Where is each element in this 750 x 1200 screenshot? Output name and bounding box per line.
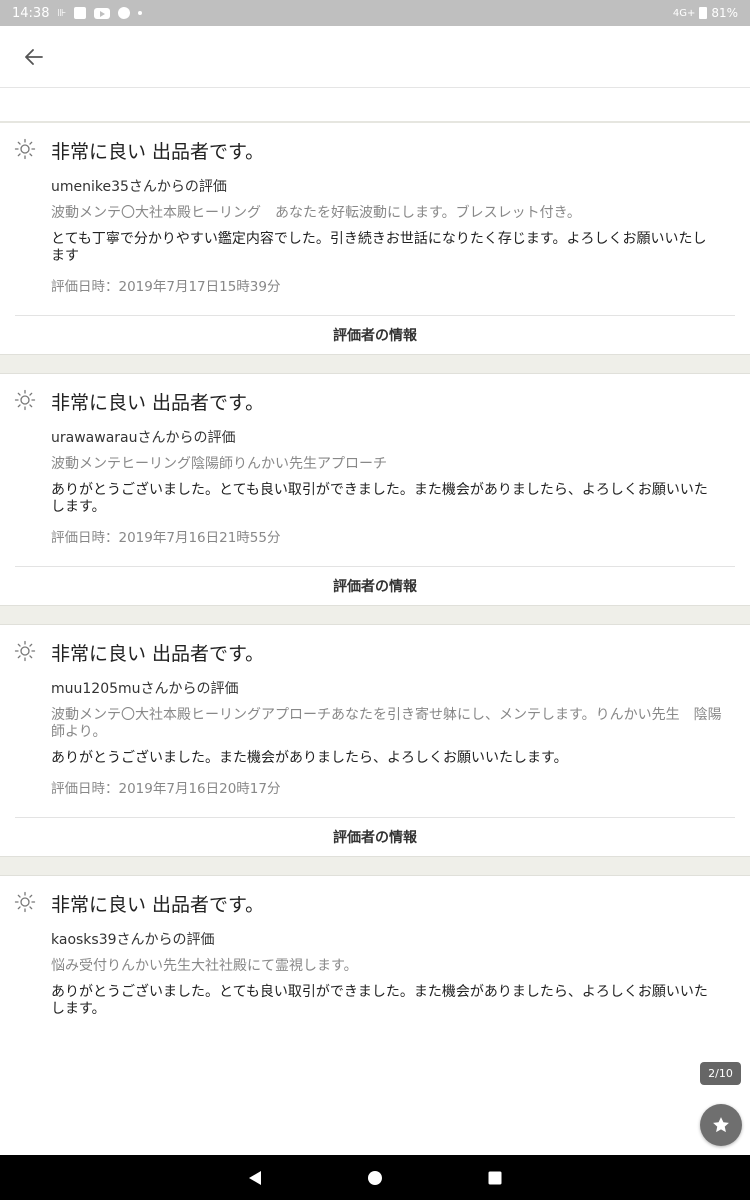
review-comment: とても丁寧で分かりやすい鑑定内容でした。引き続きお世話になりたく存じます。よろし… [51,231,707,264]
review-card: 非常に良い 出品者です。 kaosks39さんからの評価 悩み受付りんかい先生大… [0,876,750,1018]
sim-icon: ⊪ [57,7,67,19]
reviewer-name: urawawarauさんからの評価 [51,430,236,446]
review-comment: ありがとうございました。とても良い取引ができました。また機会がありましたら、よろ… [51,984,708,1017]
battery-icon [699,7,708,19]
nav-back-button[interactable] [195,1155,315,1200]
sun-icon [14,389,36,411]
service-title: 波動メンテ〇大社本殿ヒーリング あなたを好転波動にします。ブレスレット付き。 [51,205,581,221]
clock: 14:38 [12,5,50,21]
sun-icon [14,891,36,913]
service-title: 悩み受付りんかい先生大社社殿にて霊視します。 [51,958,358,974]
reviewer-info-link[interactable]: 評価者の情報 [15,817,735,856]
rating-title: 非常に良い 出品者です。 [51,643,265,665]
page-indicator: 2/10 [700,1062,741,1085]
status-bar: 14:38 ⊪ 4G+ 81% [0,0,750,26]
system-nav-bar [0,1155,750,1200]
rating-title: 非常に良い 出品者です。 [51,392,265,414]
service-title: 波動メンテヒーリング陰陽師りんかい先生アプローチ [51,456,387,472]
app-bar [0,26,750,88]
back-button[interactable] [18,42,50,72]
battery-level: 81% [711,6,738,20]
favorite-button[interactable] [700,1104,742,1146]
network-indicator: 4G+ [672,7,696,19]
review-card: 非常に良い 出品者です。 umenike35さんからの評価 波動メンテ〇大社本殿… [0,123,750,354]
review-date: 評価日時：2019年7月17日15時39分 [51,279,281,295]
circle-home-icon [368,1170,382,1185]
reviewer-info-link[interactable]: 評価者の情報 [15,566,735,605]
service-title: 波動メンテ〇大社本殿ヒーリングアプローチあなたを引き寄せ躰にし、メンテします。り… [51,707,722,740]
review-card: 非常に良い 出品者です。 muu1205muさんからの評価 波動メンテ〇大社本殿… [0,625,750,856]
review-date: 評価日時：2019年7月16日21時55分 [51,530,281,546]
review-card: 非常に良い 出品者です。 urawawarauさんからの評価 波動メンテヒーリン… [0,374,750,605]
nav-recents-button[interactable] [435,1155,555,1200]
nav-home-button[interactable] [315,1155,435,1200]
review-comment: ありがとうございました。とても良い取引ができました。また機会がありましたら、よろ… [51,482,708,515]
reviewer-info-link[interactable]: 評価者の情報 [15,315,735,354]
rating-title: 非常に良い 出品者です。 [51,141,265,163]
more-dot-icon [138,11,143,15]
review-date: 評価日時：2019年7月16日20時17分 [51,781,281,797]
section-divider [0,354,750,374]
youtube-icon [94,7,111,19]
review-list: 非常に良い 出品者です。 umenike35さんからの評価 波動メンテ〇大社本殿… [0,89,750,1030]
sun-icon [14,640,36,662]
reviewer-name: kaosks39さんからの評価 [51,932,215,948]
section-divider [0,605,750,625]
triangle-back-icon [249,1170,261,1185]
list-header-spacer [0,89,750,123]
star-icon [713,1117,729,1133]
sun-icon [14,138,36,160]
reviewer-name: muu1205muさんからの評価 [51,681,239,697]
review-comment: ありがとうございました。また機会がありましたら、よろしくお願いいたします。 [51,750,568,766]
arrow-left-icon [25,49,43,65]
square-recents-icon [488,1171,502,1184]
image-notification-icon [74,7,87,19]
app-icon [118,7,131,19]
reviewer-name: umenike35さんからの評価 [51,179,227,195]
rating-title: 非常に良い 出品者です。 [51,894,265,916]
section-divider [0,856,750,876]
